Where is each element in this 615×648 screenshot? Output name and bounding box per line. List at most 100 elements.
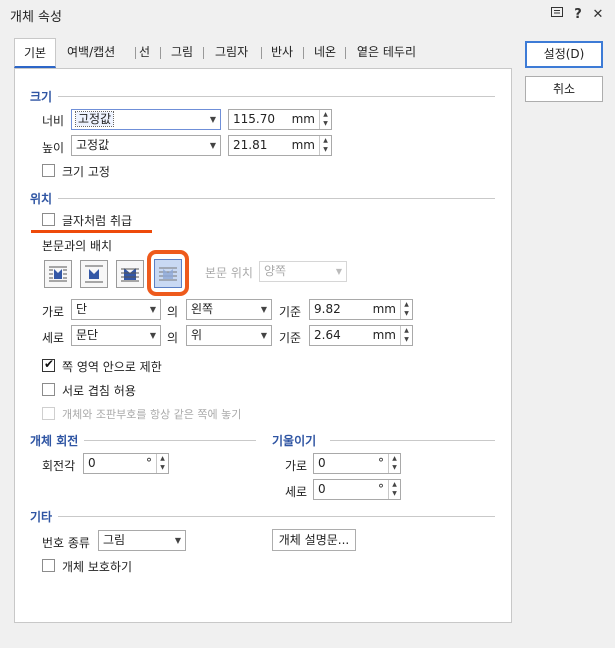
height-mode-select[interactable]: 고정값 ▼ <box>71 135 221 156</box>
divider <box>84 440 256 441</box>
skew-section-header: 기울이기 <box>272 434 317 448</box>
tab-separator <box>303 47 304 59</box>
tab-separator <box>160 47 161 59</box>
spin-buttons[interactable]: ▲ ▼ <box>400 326 412 345</box>
divider <box>330 440 495 441</box>
fix-size-checkbox[interactable] <box>42 164 55 177</box>
skew-horiz-label: 가로 <box>285 459 308 473</box>
divider <box>58 198 495 199</box>
tab-separator <box>135 47 136 59</box>
skew-vert-label: 세로 <box>285 485 308 499</box>
chevron-down-icon: ▼ <box>209 115 216 124</box>
chevron-down-icon: ▼ <box>260 305 267 314</box>
close-icon[interactable]: ✕ <box>589 6 607 24</box>
skew-horiz-value: 0 <box>318 456 326 470</box>
wrap-in-front-of-text-button[interactable] <box>154 259 182 288</box>
rotation-angle-input[interactable]: 0 ° ▲ ▼ <box>83 453 169 474</box>
treat-as-char-label: 글자처럼 취급 <box>62 214 133 228</box>
height-mode-value: 고정값 <box>76 138 110 152</box>
tab-neon[interactable]: 네온 <box>314 38 336 68</box>
tab-basic[interactable]: 기본 <box>14 38 56 68</box>
vert-base-label: 기준 <box>279 331 302 345</box>
chevron-down-icon: ▼ <box>149 331 156 340</box>
spin-buttons[interactable]: ▲ ▼ <box>388 480 400 499</box>
height-label: 높이 <box>42 141 65 155</box>
wrap-top-bottom-icon <box>85 265 103 283</box>
width-value: 115.70 <box>233 112 275 126</box>
tab-separator <box>345 47 346 59</box>
tab-separator <box>203 47 204 59</box>
rotation-angle-value: 0 <box>88 456 96 470</box>
number-type-value: 그림 <box>103 533 126 547</box>
skew-vert-unit: ° <box>378 482 384 496</box>
vert-align-value: 위 <box>191 328 203 342</box>
vert-ref-select[interactable]: 문단 ▼ <box>71 325 161 346</box>
spin-buttons[interactable]: ▲ ▼ <box>388 454 400 473</box>
allow-overlap-checkbox[interactable] <box>42 383 55 396</box>
size-section-header: 크기 <box>30 90 53 104</box>
skew-vert-input[interactable]: 0 ° ▲ ▼ <box>313 479 401 500</box>
tab-line[interactable]: 선 <box>139 38 150 68</box>
vert-label: 세로 <box>42 331 65 345</box>
wrap-in-front-of-text-icon <box>159 267 177 281</box>
tab-soft-edge[interactable]: 옅은 테두리 <box>357 38 416 68</box>
number-type-select[interactable]: 그림 ▼ <box>98 530 186 551</box>
rotation-section-header: 개체 회전 <box>30 434 79 448</box>
tab-picture[interactable]: 그림 <box>171 38 193 68</box>
same-side-checkbox <box>42 407 55 420</box>
tab-reflection[interactable]: 반사 <box>271 38 293 68</box>
window-title: 개체 속성 <box>10 10 62 25</box>
width-mode-value: 고정값 <box>74 111 115 127</box>
object-description-button[interactable]: 개체 설명문... <box>272 529 356 551</box>
treat-as-char-checkbox[interactable] <box>42 213 55 226</box>
horiz-label: 가로 <box>42 305 65 319</box>
position-section-header: 위치 <box>30 192 53 206</box>
etc-section-header: 기타 <box>30 510 53 524</box>
horiz-offset-input[interactable]: 9.82 mm ▲ ▼ <box>309 299 413 320</box>
width-input[interactable]: 115.70 mm ▲ ▼ <box>228 109 332 130</box>
horiz-align-select[interactable]: 왼쪽 ▼ <box>186 299 272 320</box>
wrap-behind-text-button[interactable] <box>116 260 144 288</box>
horiz-ref-value: 단 <box>76 302 88 316</box>
ok-button[interactable]: 설정(D) <box>525 41 603 68</box>
height-input[interactable]: 21.81 mm ▲ ▼ <box>228 135 332 156</box>
width-label: 너비 <box>42 114 65 128</box>
tab-shadow[interactable]: 그림자 <box>215 38 248 68</box>
wrap-behind-text-icon <box>121 268 139 282</box>
width-mode-select[interactable]: 고정값 ▼ <box>71 109 221 130</box>
skew-horiz-input[interactable]: 0 ° ▲ ▼ <box>313 453 401 474</box>
fix-size-label: 크기 고정 <box>62 165 110 179</box>
same-side-label: 개체와 조판부호를 항상 같은 쪽에 놓기 <box>62 408 242 421</box>
text-position-value: 양쪽 <box>264 264 287 278</box>
cancel-button[interactable]: 취소 <box>525 76 603 102</box>
spin-buttons[interactable]: ▲ ▼ <box>319 110 331 129</box>
horiz-ref-select[interactable]: 단 ▼ <box>71 299 161 320</box>
skew-vert-value: 0 <box>318 482 326 496</box>
vert-of-label: 의 <box>167 331 179 345</box>
vert-offset-value: 2.64 <box>314 328 341 342</box>
rotation-angle-label: 회전각 <box>42 459 76 473</box>
allow-overlap-label: 서로 겹침 허용 <box>62 384 136 398</box>
spin-buttons[interactable]: ▲ ▼ <box>319 136 331 155</box>
wrap-square-icon <box>49 266 67 282</box>
spin-buttons[interactable]: ▲ ▼ <box>156 454 168 473</box>
horiz-of-label: 의 <box>167 305 179 319</box>
vert-offset-input[interactable]: 2.64 mm ▲ ▼ <box>309 325 413 346</box>
help-icon[interactable]: ? <box>569 6 587 24</box>
spin-buttons[interactable]: ▲ ▼ <box>400 300 412 319</box>
check-icon: ✔ <box>44 357 55 371</box>
menu-icon[interactable] <box>548 6 566 24</box>
protect-object-checkbox[interactable] <box>42 559 55 572</box>
tab-margin-caption[interactable]: 여백/캡션 <box>67 38 115 68</box>
width-unit: mm <box>291 112 315 126</box>
wrap-top-bottom-button[interactable] <box>80 260 108 288</box>
text-position-select: 양쪽 ▼ <box>259 261 347 282</box>
chevron-down-icon: ▼ <box>149 305 156 314</box>
chevron-down-icon: ▼ <box>260 331 267 340</box>
vert-offset-unit: mm <box>372 328 396 342</box>
wrap-square-button[interactable] <box>44 260 72 288</box>
limit-to-page-checkbox[interactable]: ✔ <box>42 357 55 372</box>
vert-align-select[interactable]: 위 ▼ <box>186 325 272 346</box>
text-position-label: 본문 위치 <box>205 266 253 280</box>
horiz-offset-unit: mm <box>372 302 396 316</box>
